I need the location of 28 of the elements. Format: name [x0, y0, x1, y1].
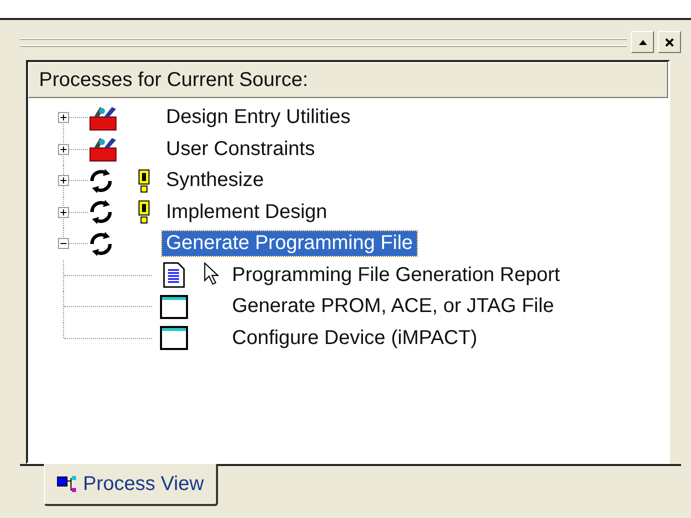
tree-item[interactable]: Synthesize	[162, 168, 268, 194]
up-triangle-icon	[638, 40, 646, 44]
hierarchy-icon	[57, 475, 77, 493]
refresh-icon	[88, 230, 114, 257]
tree-item[interactable]: Generate PROM, ACE, or JTAG File	[228, 294, 558, 320]
mouse-pointer-icon	[204, 262, 220, 286]
expand-icon[interactable]	[58, 206, 69, 218]
maximize-button[interactable]	[631, 31, 654, 53]
close-icon	[665, 38, 674, 46]
panel-header: Processes for Current Source:	[28, 62, 668, 98]
tree-item[interactable]: Implement Design	[162, 200, 332, 225]
window-icon	[160, 294, 188, 319]
tree-item[interactable]: Generate Programming File	[162, 231, 417, 256]
tree-item[interactable]: Configure Device (iMPACT)	[228, 326, 482, 351]
close-button[interactable]	[658, 31, 681, 53]
expand-icon[interactable]	[58, 112, 69, 124]
view-tab[interactable]: Process View	[44, 464, 218, 506]
refresh-icon	[88, 199, 114, 226]
refresh-icon	[88, 168, 114, 194]
panel-grip[interactable]	[20, 38, 627, 46]
expand-icon[interactable]	[58, 175, 69, 186]
tree-item[interactable]: Design Entry Utilities	[162, 105, 355, 130]
tree-item[interactable]: Programming File Generation Report	[228, 262, 564, 288]
expand-icon[interactable]	[58, 144, 69, 155]
tree-item[interactable]: User Constraints	[162, 136, 319, 162]
collapse-icon[interactable]	[58, 238, 69, 250]
report-icon	[163, 262, 185, 288]
window-icon	[160, 326, 188, 350]
